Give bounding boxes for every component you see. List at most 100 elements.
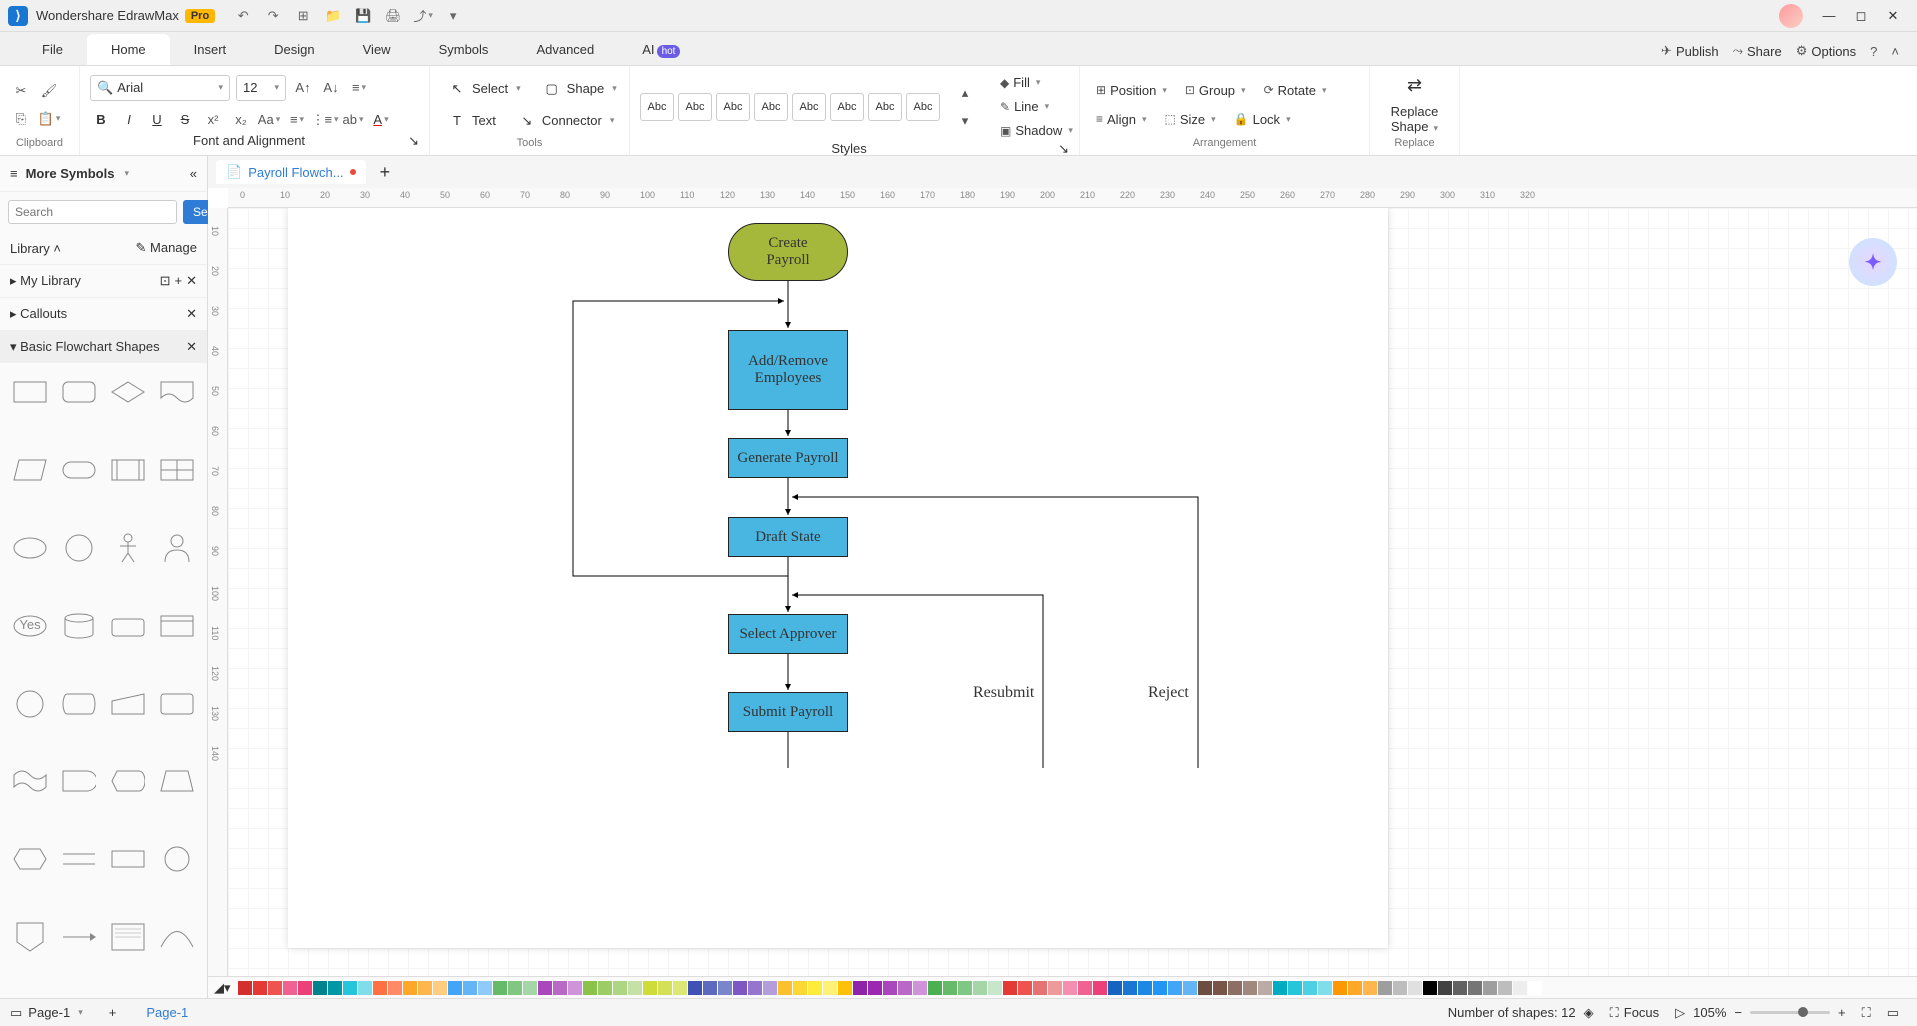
color-swatch[interactable]: [1453, 981, 1467, 995]
color-swatch[interactable]: [568, 981, 582, 995]
flowchart-node-create[interactable]: CreatePayroll: [728, 223, 848, 281]
shape-internal[interactable]: [156, 451, 197, 489]
collapse-ribbon-icon[interactable]: ˄: [1891, 44, 1899, 59]
color-swatch[interactable]: [958, 981, 972, 995]
help-icon[interactable]: ?: [1870, 44, 1877, 59]
print-icon[interactable]: 🖨: [385, 8, 401, 24]
lib-edit-icon[interactable]: ⊡: [160, 273, 171, 289]
shape-hexagon[interactable]: [10, 840, 51, 878]
style-thumb[interactable]: Abc: [830, 93, 864, 121]
style-thumb[interactable]: Abc: [754, 93, 788, 121]
more-icon[interactable]: ▾: [445, 8, 461, 24]
select-tool[interactable]: ↖Select▾: [440, 76, 529, 102]
color-swatch[interactable]: [1348, 981, 1362, 995]
color-swatch[interactable]: [553, 981, 567, 995]
more-symbols-title[interactable]: More Symbols: [26, 166, 115, 181]
my-library-item[interactable]: My Library: [20, 273, 81, 288]
style-thumb[interactable]: Abc: [906, 93, 940, 121]
collapse-panel-icon[interactable]: «: [190, 166, 197, 181]
shape-circle2[interactable]: [10, 685, 51, 723]
color-swatch[interactable]: [238, 981, 252, 995]
style-thumb[interactable]: Abc: [716, 93, 750, 121]
color-swatch[interactable]: [463, 981, 477, 995]
fullscreen-icon[interactable]: ▭: [1887, 1005, 1899, 1021]
shape-trapezoid[interactable]: [156, 762, 197, 800]
shape-round-rect[interactable]: [59, 373, 100, 411]
highlight-icon[interactable]: ab▾: [342, 109, 364, 131]
shape-database[interactable]: [59, 607, 100, 645]
color-swatch[interactable]: [1393, 981, 1407, 995]
layers-icon[interactable]: ◈: [1584, 1005, 1594, 1021]
color-swatch[interactable]: [358, 981, 372, 995]
text-tool[interactable]: TText: [440, 108, 504, 134]
color-swatch[interactable]: [1123, 981, 1137, 995]
color-swatch[interactable]: [268, 981, 282, 995]
color-swatch[interactable]: [793, 981, 807, 995]
color-swatch[interactable]: [1228, 981, 1242, 995]
color-swatch[interactable]: [688, 981, 702, 995]
style-thumb[interactable]: Abc: [640, 93, 674, 121]
color-swatch[interactable]: [1303, 981, 1317, 995]
color-swatch[interactable]: [1213, 981, 1227, 995]
color-swatch[interactable]: [328, 981, 342, 995]
flowchart-node-draft[interactable]: Draft State: [728, 517, 848, 557]
flowchart-node-sub[interactable]: Submit Payroll: [728, 692, 848, 732]
decrease-font-icon[interactable]: A↓: [320, 77, 342, 99]
styles-down-icon[interactable]: ▾: [954, 110, 976, 132]
shape-offpage[interactable]: [10, 918, 51, 956]
tab-symbols[interactable]: Symbols: [415, 34, 513, 65]
color-swatch[interactable]: [1498, 981, 1512, 995]
rotate-button[interactable]: ⟳ Rotate▾: [1258, 80, 1333, 101]
redo-icon[interactable]: ↷: [265, 8, 281, 24]
color-swatch[interactable]: [1423, 981, 1437, 995]
color-swatch[interactable]: [658, 981, 672, 995]
shape-diamond[interactable]: [108, 373, 149, 411]
shape-parallel[interactable]: [59, 840, 100, 878]
color-swatch[interactable]: [598, 981, 612, 995]
style-thumb[interactable]: Abc: [678, 93, 712, 121]
strike-icon[interactable]: S: [174, 109, 196, 131]
color-swatch[interactable]: [1063, 981, 1077, 995]
color-swatch[interactable]: [763, 981, 777, 995]
tab-ai[interactable]: AIhot: [618, 34, 704, 65]
color-swatch[interactable]: [1093, 981, 1107, 995]
shape-document[interactable]: [156, 373, 197, 411]
color-swatch[interactable]: [1258, 981, 1272, 995]
fill-dropper-icon[interactable]: ◢▾: [214, 980, 231, 996]
color-swatch[interactable]: [1273, 981, 1287, 995]
tab-design[interactable]: Design: [250, 34, 338, 65]
font-family-select[interactable]: 🔍 Arial▾: [90, 75, 230, 101]
color-swatch[interactable]: [838, 981, 852, 995]
color-swatch[interactable]: [1528, 981, 1542, 995]
tab-file[interactable]: File: [18, 34, 87, 65]
color-swatch[interactable]: [988, 981, 1002, 995]
shape-display[interactable]: [108, 762, 149, 800]
format-painter-icon[interactable]: 🖌: [38, 80, 60, 102]
color-swatch[interactable]: [448, 981, 462, 995]
color-swatch[interactable]: [1078, 981, 1092, 995]
style-thumb[interactable]: Abc: [868, 93, 902, 121]
color-swatch[interactable]: [973, 981, 987, 995]
flowchart-node-add[interactable]: Add/RemoveEmployees: [728, 330, 848, 410]
options-button[interactable]: ⚙ Options: [1796, 43, 1856, 59]
new-icon[interactable]: ⊞: [295, 8, 311, 24]
color-swatch[interactable]: [943, 981, 957, 995]
shape-rect2[interactable]: [108, 840, 149, 878]
color-swatch[interactable]: [1438, 981, 1452, 995]
color-swatch[interactable]: [1198, 981, 1212, 995]
page-layout-icon[interactable]: ▭: [10, 1005, 22, 1021]
color-swatch[interactable]: [1168, 981, 1182, 995]
size-button[interactable]: ⬚ Size▾: [1158, 109, 1221, 130]
color-swatch[interactable]: [718, 981, 732, 995]
lib-close-icon[interactable]: ✕: [186, 273, 197, 289]
copy-icon[interactable]: ⎘: [10, 108, 32, 130]
library-label[interactable]: Library: [10, 241, 50, 256]
share-button[interactable]: ⤳ Share: [1733, 43, 1782, 59]
export-icon[interactable]: ⤴▾: [415, 8, 431, 24]
flowchart-node-gen[interactable]: Generate Payroll: [728, 438, 848, 478]
align-button[interactable]: ≡ Align▾: [1090, 109, 1152, 130]
color-swatch[interactable]: [808, 981, 822, 995]
color-swatch[interactable]: [343, 981, 357, 995]
align-icon[interactable]: ≡▾: [348, 77, 370, 99]
floating-ai-button[interactable]: ✦: [1849, 238, 1897, 286]
